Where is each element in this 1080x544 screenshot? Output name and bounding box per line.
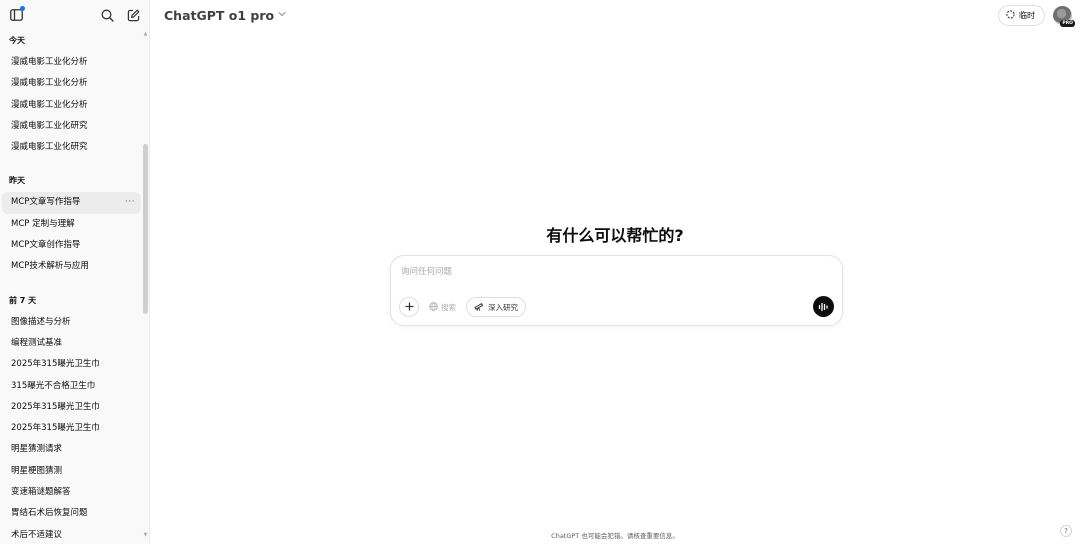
model-selector[interactable]: ChatGPT o1 pro xyxy=(164,8,286,23)
notification-dot xyxy=(20,6,25,11)
history-item[interactable]: 2025年315曝光卫生巾 xyxy=(2,397,141,418)
history-item[interactable]: 胃结石术后恢复问题 xyxy=(2,503,141,524)
search-icon[interactable] xyxy=(99,7,115,23)
history-item[interactable]: 漫威电影工业化研究 xyxy=(2,137,141,158)
history-item[interactable]: MCP文章创作指导 xyxy=(2,235,141,256)
history-item[interactable]: 漫威电影工业化分析 xyxy=(2,73,141,94)
history-item[interactable]: 漫威电影工业化分析 xyxy=(2,52,141,73)
temporary-chat-label: 临时 xyxy=(1019,10,1035,20)
history-item-active[interactable]: MCP文章写作指导 ··· xyxy=(2,192,141,214)
voice-wave-icon xyxy=(818,297,829,316)
history-item[interactable]: 2025年315曝光卫生巾 xyxy=(2,354,141,375)
scrollbar-thumb[interactable] xyxy=(143,144,148,314)
pro-badge: PRO xyxy=(1060,19,1075,27)
history-item[interactable]: 变速箱谜题解答 xyxy=(2,482,141,503)
history-item[interactable]: 315曝光不合格卫生巾 xyxy=(2,376,141,397)
avatar[interactable]: PRO xyxy=(1053,5,1075,27)
sidebar-scrollbar[interactable]: ▲ ▼ xyxy=(143,30,148,540)
dashed-circle-icon xyxy=(1006,9,1015,21)
history-item[interactable]: 术后不适建议 xyxy=(2,525,141,544)
history-item[interactable]: MCP 定制与理解 xyxy=(2,214,141,235)
help-button[interactable]: ? xyxy=(1060,525,1072,537)
plus-icon xyxy=(405,301,414,313)
search-button[interactable]: 搜索 xyxy=(425,297,460,317)
model-name: ChatGPT o1 pro xyxy=(164,7,275,23)
history-item[interactable]: 明星猜测请求 xyxy=(2,439,141,460)
composer: 搜索 深入研究 xyxy=(390,255,843,326)
chevron-down-icon xyxy=(278,10,286,20)
history-item[interactable]: 图像描述与分析 xyxy=(2,312,141,333)
globe-icon xyxy=(429,301,438,313)
history-item[interactable]: 明星梗图猜测 xyxy=(2,461,141,482)
history-item[interactable]: 漫威电影工业化研究 xyxy=(2,116,141,137)
telescope-icon xyxy=(474,302,484,313)
history-heading-today: 今天 xyxy=(9,36,25,45)
chat-history-list: 今天 漫威电影工业化分析 漫威电影工业化分析 漫威电影工业化分析 漫威电影工业化… xyxy=(0,30,143,544)
scroll-down-arrow-icon[interactable]: ▼ xyxy=(143,533,148,538)
temporary-chat-button[interactable]: 临时 xyxy=(998,4,1045,26)
attach-button[interactable] xyxy=(399,297,419,317)
scroll-up-arrow-icon[interactable]: ▲ xyxy=(143,32,148,37)
deep-research-button[interactable]: 深入研究 xyxy=(466,297,526,317)
greeting-title: 有什么可以帮忙的? xyxy=(546,226,684,245)
history-heading-yesterday: 昨天 xyxy=(9,176,25,186)
more-options-icon[interactable]: ··· xyxy=(125,192,135,213)
composer-tools: 搜索 深入研究 xyxy=(399,297,526,317)
history-item-label: MCP文章写作指导 xyxy=(11,197,81,208)
search-button-label: 搜索 xyxy=(441,302,456,312)
sidebar: 今天 漫威电影工业化分析 漫威电影工业化分析 漫威电影工业化分析 漫威电影工业化… xyxy=(0,0,150,544)
deep-research-label: 深入研究 xyxy=(488,302,518,312)
header-actions: 临时 PRO xyxy=(998,4,1075,27)
new-chat-icon[interactable] xyxy=(125,7,141,23)
prompt-input[interactable] xyxy=(401,264,821,280)
history-item[interactable]: MCP技术解析与应用 xyxy=(2,256,141,277)
disclaimer-text: ChatGPT 也可能会犯错。请核查重要信息。 xyxy=(551,532,679,540)
sidebar-top-bar xyxy=(0,0,149,30)
history-item[interactable]: 2025年315曝光卫生巾 xyxy=(2,418,141,439)
history-item[interactable]: 漫威电影工业化分析 xyxy=(2,95,141,116)
voice-mode-button[interactable] xyxy=(813,296,834,317)
history-item[interactable]: 编程测试基准 xyxy=(2,333,141,354)
history-heading-previous-7-days: 前 7 天 xyxy=(9,295,37,305)
sidebar-toggle-icon[interactable] xyxy=(8,6,25,23)
top-header: ChatGPT o1 pro 临时 PRO xyxy=(150,0,1080,30)
